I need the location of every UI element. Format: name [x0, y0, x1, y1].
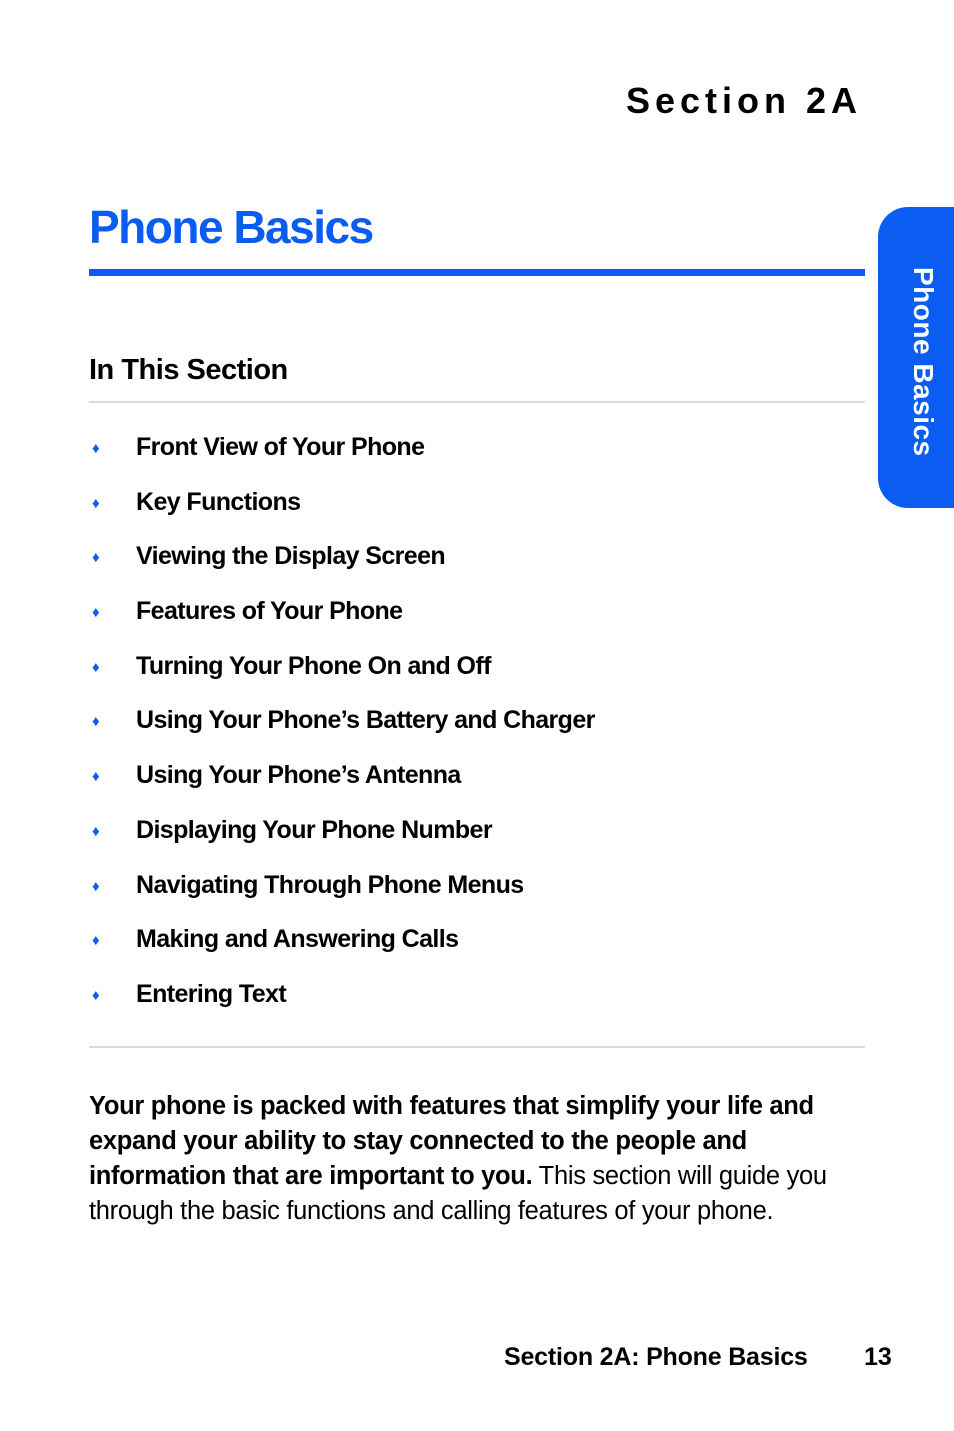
toc-item[interactable]: ♦ Navigating Through Phone Menus	[89, 868, 865, 923]
toc-item[interactable]: ♦ Displaying Your Phone Number	[89, 813, 865, 868]
diamond-bullet-icon: ♦	[92, 713, 100, 731]
toc-item[interactable]: ♦ Turning Your Phone On and Off	[89, 649, 865, 704]
diamond-bullet-icon: ♦	[92, 494, 100, 512]
page-title: Phone Basics	[89, 201, 374, 253]
toc-item[interactable]: ♦ Entering Text	[89, 977, 865, 1032]
diamond-bullet-icon: ♦	[92, 932, 100, 950]
diamond-bullet-icon: ♦	[92, 986, 100, 1004]
diamond-bullet-icon: ♦	[92, 822, 100, 840]
toc-list: ♦ Front View of Your Phone ♦ Key Functions…	[89, 430, 865, 1032]
toc-item[interactable]: ♦ Using Your Phone’s Antenna	[89, 758, 865, 813]
in-this-section-heading: In This Section	[89, 354, 288, 386]
toc-item[interactable]: ♦ Making and Answering Calls	[89, 922, 865, 977]
section-divider-top	[89, 401, 865, 403]
toc-item-label[interactable]: Displaying Your Phone Number	[136, 813, 493, 847]
intro-paragraph: Your phone is packed with features that …	[89, 1089, 849, 1229]
toc-item-label[interactable]: Key Functions	[136, 485, 301, 519]
section-label: Section 2A	[625, 80, 862, 121]
footer-section-label: Section 2A: Phone Basics	[504, 1343, 808, 1371]
title-rule	[89, 269, 865, 276]
toc-item-label[interactable]: Turning Your Phone On and Off	[136, 649, 491, 683]
toc-item-label[interactable]: Front View of Your Phone	[136, 430, 425, 464]
section-divider-bottom	[89, 1046, 865, 1048]
toc-item-label[interactable]: Making and Answering Calls	[136, 922, 459, 956]
toc-item[interactable]: ♦ Viewing the Display Screen	[89, 539, 865, 594]
diamond-bullet-icon: ♦	[92, 440, 100, 457]
side-tab-label: Phone Basics	[908, 267, 939, 457]
toc-item-label[interactable]: Entering Text	[136, 977, 287, 1011]
toc-item-label[interactable]: Viewing the Display Screen	[136, 539, 446, 573]
toc-item-label[interactable]: Using Your Phone’s Antenna	[136, 758, 461, 792]
page-number: 13	[864, 1343, 892, 1371]
toc-item[interactable]: ♦ Front View of Your Phone	[89, 430, 865, 485]
diamond-bullet-icon: ♦	[92, 877, 100, 895]
diamond-bullet-icon: ♦	[92, 604, 100, 622]
diamond-bullet-icon: ♦	[92, 549, 100, 567]
toc-item[interactable]: ♦ Features of Your Phone	[89, 594, 865, 649]
toc-item-label[interactable]: Navigating Through Phone Menus	[136, 868, 524, 902]
toc-item[interactable]: ♦ Using Your Phone’s Battery and Charger	[89, 703, 865, 758]
diamond-bullet-icon: ♦	[92, 658, 100, 676]
toc-item[interactable]: ♦ Key Functions	[89, 485, 865, 540]
toc-item-label[interactable]: Features of Your Phone	[136, 594, 403, 628]
diamond-bullet-icon: ♦	[92, 768, 100, 786]
toc-item-label[interactable]: Using Your Phone’s Battery and Charger	[136, 703, 595, 737]
